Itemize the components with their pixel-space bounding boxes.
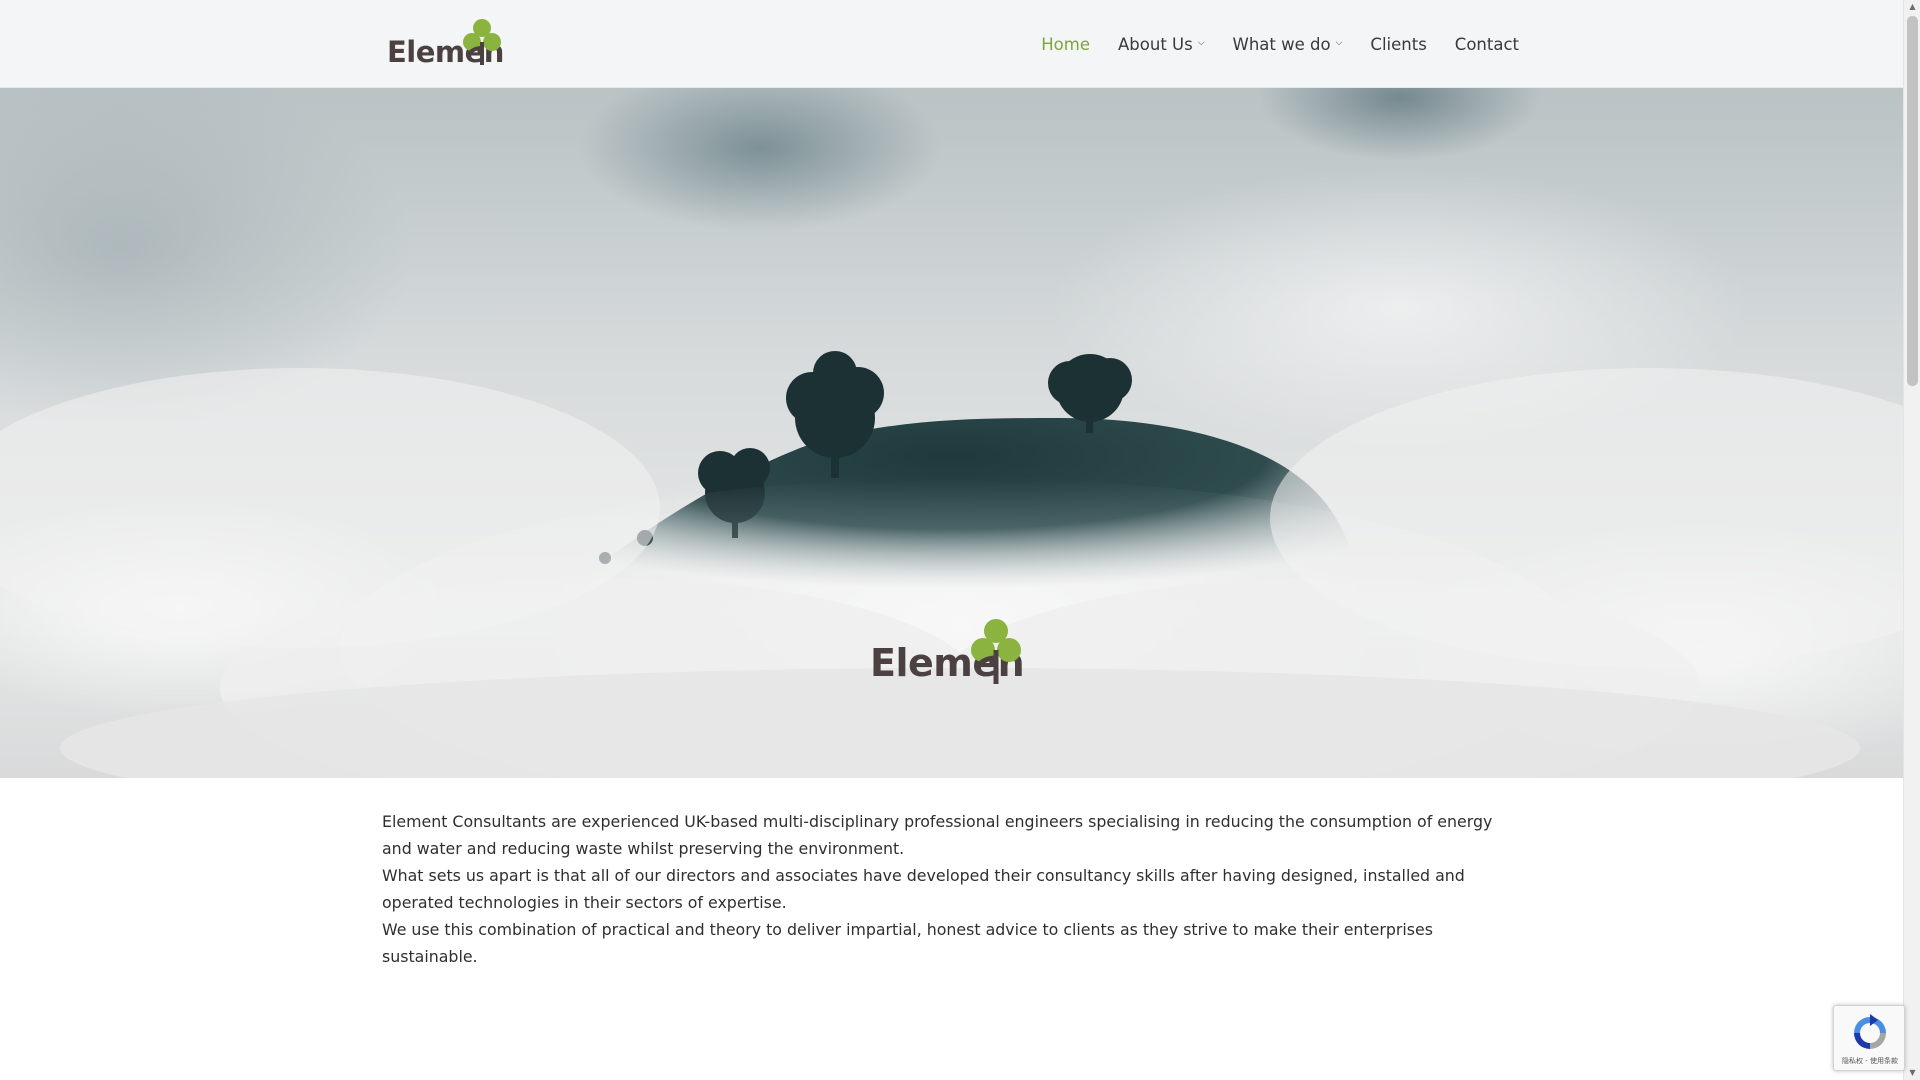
nav-item-label: Contact bbox=[1454, 34, 1519, 54]
site-logo[interactable]: Elemen bbox=[387, 18, 504, 68]
site-header: Elemen Home About Us ⌵ What we do ⌵ Clie… bbox=[0, 0, 1903, 88]
nav-item-label: Home bbox=[1041, 34, 1090, 54]
chevron-down-icon: ⌵ bbox=[1335, 38, 1343, 48]
nav-item-label: What we do bbox=[1232, 34, 1331, 54]
intro-paragraph: What sets us apart is that all of our di… bbox=[382, 866, 1465, 912]
nav-item-what-we-do[interactable]: What we do ⌵ bbox=[1233, 35, 1343, 54]
clover-leaf-icon bbox=[463, 19, 501, 65]
main-nav: Home About Us ⌵ What we do ⌵ Clients Con… bbox=[1013, 0, 1519, 88]
recaptcha-icon bbox=[1854, 1014, 1886, 1049]
nav-item-home[interactable]: Home bbox=[1041, 35, 1090, 54]
recaptcha-footer-text[interactable]: 隐私权 - 使用条款 bbox=[1834, 1056, 1906, 1066]
nav-item-label: Clients bbox=[1370, 34, 1427, 54]
recaptcha-badge[interactable]: 隐私权 - 使用条款 bbox=[1833, 1005, 1905, 1071]
page-scrollbar[interactable]: ▲ ▼ bbox=[1903, 0, 1920, 1080]
intro-text: Element Consultants are experienced UK-b… bbox=[382, 808, 1522, 970]
scroll-down-arrow-icon[interactable]: ▼ bbox=[1904, 1066, 1920, 1080]
nav-item-about-us[interactable]: About Us ⌵ bbox=[1118, 35, 1205, 54]
chevron-down-icon: ⌵ bbox=[1197, 38, 1205, 48]
nav-item-contact[interactable]: Contact bbox=[1455, 35, 1519, 54]
clover-leaf-icon bbox=[971, 619, 1021, 684]
nav-item-label: About Us bbox=[1118, 34, 1193, 54]
hero-banner: Elemen bbox=[0, 88, 1903, 778]
intro-paragraph: Element Consultants are experienced UK-b… bbox=[382, 812, 1493, 858]
intro-paragraph: We use this combination of practical and… bbox=[382, 920, 1433, 966]
scroll-up-arrow-icon[interactable]: ▲ bbox=[1904, 0, 1920, 14]
nav-item-clients[interactable]: Clients bbox=[1370, 35, 1426, 54]
hero-logo: Elemen bbox=[870, 618, 1040, 688]
scroll-thumb[interactable] bbox=[1907, 16, 1918, 386]
